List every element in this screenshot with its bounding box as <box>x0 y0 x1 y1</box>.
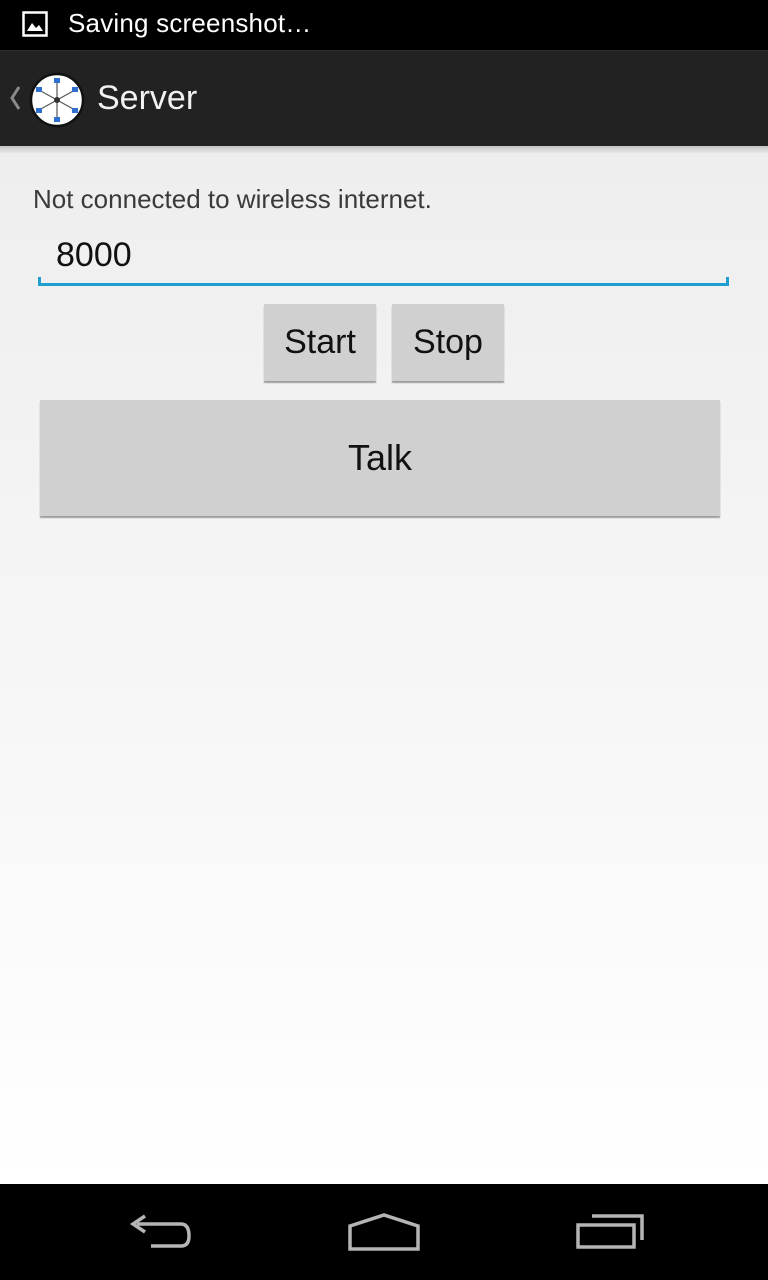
action-bar: Server <box>0 50 768 146</box>
back-icon <box>129 1214 191 1248</box>
nav-recents-button[interactable] <box>560 1202 660 1262</box>
action-bar-shadow <box>0 146 768 154</box>
main-content: Not connected to wireless internet. Star… <box>0 146 768 1184</box>
connection-status-text: Not connected to wireless internet. <box>33 184 432 214</box>
home-icon <box>348 1213 420 1251</box>
port-input[interactable] <box>38 228 729 282</box>
port-field <box>38 228 729 288</box>
nav-home-button[interactable] <box>334 1202 434 1262</box>
port-input-underline-left-tick <box>38 277 41 286</box>
start-button[interactable]: Start <box>264 304 376 381</box>
status-notification-text: Saving screenshot… <box>68 8 312 38</box>
stop-button[interactable]: Stop <box>392 304 504 381</box>
page-title: Server <box>97 79 198 117</box>
chevron-left-icon[interactable] <box>8 83 22 113</box>
image-icon <box>22 11 48 37</box>
port-input-underline-right-tick <box>726 277 729 286</box>
navigation-bar <box>0 1184 768 1280</box>
status-bar: Saving screenshot… <box>0 0 768 50</box>
network-hub-icon[interactable] <box>29 72 85 128</box>
nav-back-button[interactable] <box>110 1202 210 1262</box>
port-input-underline <box>38 283 729 286</box>
recents-icon <box>576 1214 644 1249</box>
talk-button[interactable]: Talk <box>40 400 720 516</box>
